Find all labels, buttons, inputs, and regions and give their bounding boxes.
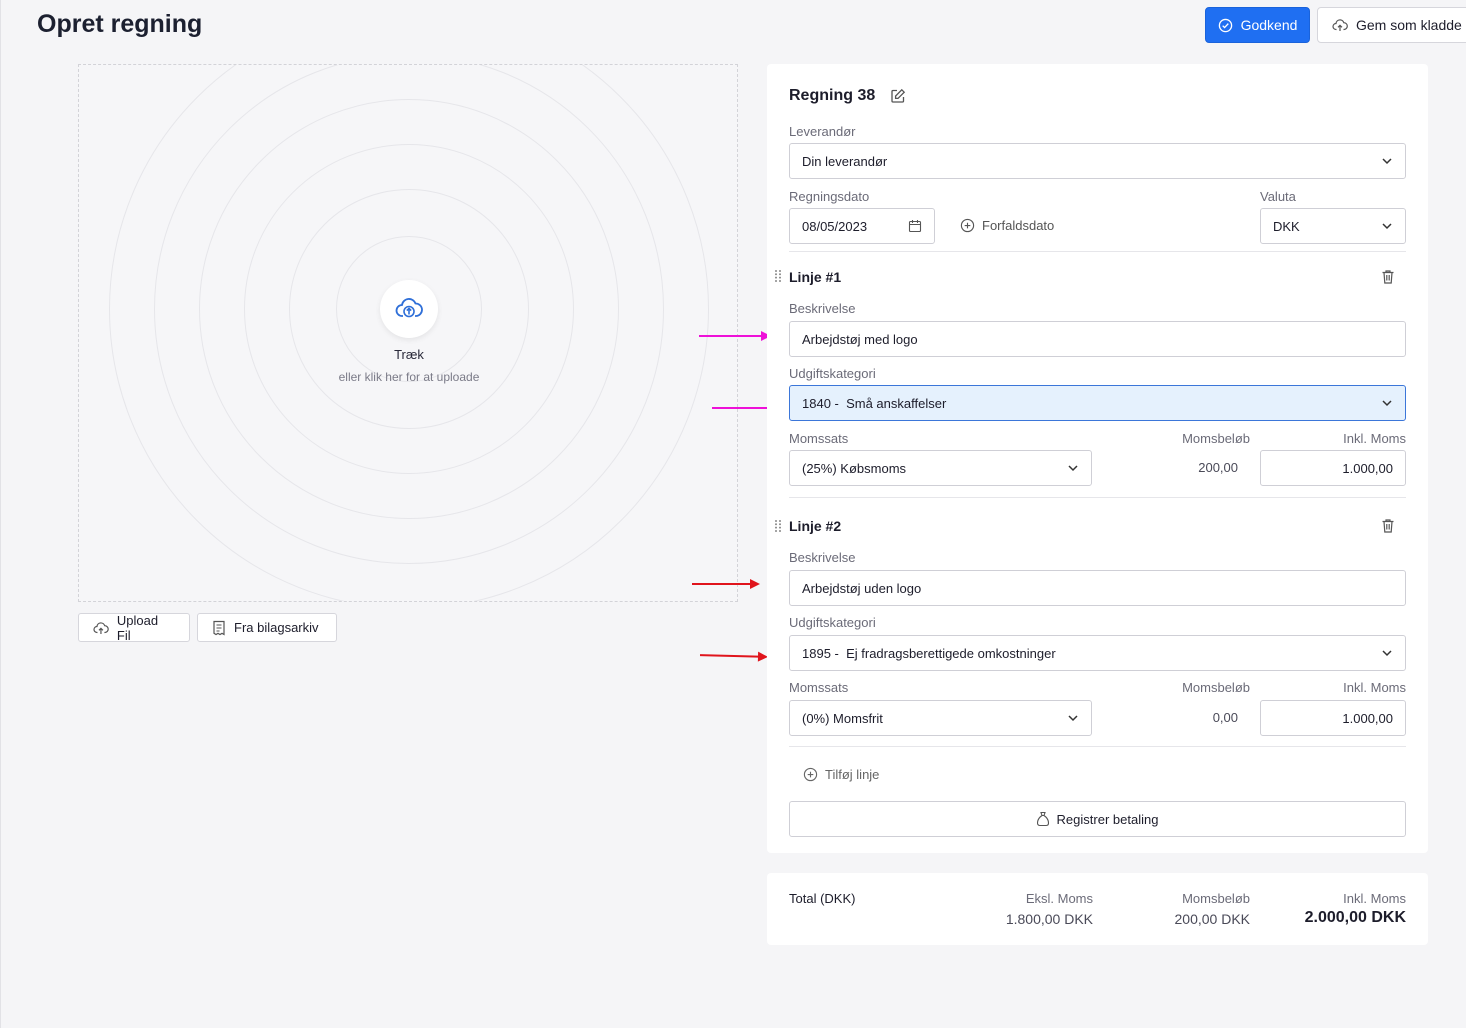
totals-vat-label: Momsbeløb [1182,891,1250,906]
totals-label: Total (DKK) [789,891,856,906]
bill-date-input[interactable]: 08/05/2023 [789,208,935,244]
annotation-arrow [699,331,771,341]
dropzone-subtitle: eller klik her for at uploade [338,370,480,384]
trash-icon[interactable] [1381,269,1395,285]
due-date-label: Forfaldsdato [982,218,1055,233]
page-left-border [0,0,1,1028]
line-1-description-input[interactable]: Arbejdstøj med logo [789,321,1406,357]
line-1-vat-rate-label: Momssats [789,431,849,446]
upload-file-label: Upload Fil [116,612,159,643]
register-payment-button[interactable]: Registrer betaling [789,801,1406,837]
chevron-down-icon [1068,715,1078,722]
line-1-vat-amount-value: 200,00 [1198,460,1238,475]
line-1-incl-vat-label: Inkl. Moms [1343,431,1406,446]
upload-file-button[interactable]: Upload Fil [78,612,190,643]
currency-select[interactable]: DKK [1260,208,1406,244]
from-archive-label: Fra bilagsarkiv [234,620,319,635]
drag-handle-icon[interactable] [774,519,782,533]
chevron-down-icon [1382,650,1392,657]
supplier-select[interactable]: Din leverandør [789,143,1406,179]
line-2-vat-amount-value: 0,00 [1212,710,1238,725]
trash-icon[interactable] [1381,518,1395,534]
bill-date-label: Regningsdato [789,189,870,204]
divider [789,497,1406,498]
line-2-vat-amount-label: Momsbeløb [1182,680,1250,695]
line-2-category-label: Udgiftskategori [789,615,876,630]
chevron-down-icon [1382,158,1392,165]
receipt-icon [213,620,225,636]
add-line-label: Tilføj linje [825,767,880,782]
approve-label: Godkend [1240,17,1298,33]
calendar-icon [908,220,922,233]
divider [789,746,1406,747]
plus-circle-icon [960,218,975,233]
edit-icon[interactable] [890,88,906,104]
totals-card: Total (DKK) Eksl. Moms 1.800,00 DKK Moms… [767,873,1428,945]
annotation-arrow [699,654,767,658]
line-2-incl-vat-input[interactable]: 1.000,00 [1260,700,1406,736]
line-1-category-select[interactable]: 1840 - Små anskaffelser [789,385,1406,421]
chevron-down-icon [1068,465,1078,472]
line-2-category-value: 1895 - Ej fradragsberettigede omkostning… [802,645,1056,661]
line-1-vat-rate-value: (25%) Købsmoms [802,460,907,476]
cloud-upload-icon [395,298,423,318]
due-date-button[interactable]: Forfaldsdato [960,218,1054,233]
line-1-vat-amount-label: Momsbeløb [1182,431,1250,446]
page-title: Opret regning [37,10,203,38]
supplier-label: Leverandør [789,124,856,139]
save-draft-button[interactable]: Gem som kladde [1317,7,1466,43]
line-2-title: Linje #2 [789,518,842,534]
line-1-description-label: Beskrivelse [789,301,856,316]
check-circle-icon [1218,18,1232,32]
line-1-vat-rate-select[interactable]: (25%) Købsmoms [789,450,1092,486]
totals-excl-vat-value: 1.800,00 DKK [1005,911,1093,927]
register-payment-label: Registrer betaling [1056,811,1159,827]
plus-circle-icon [803,767,818,782]
line-1-title: Linje #1 [789,269,842,285]
dropzone-title: Træk [394,347,424,362]
file-dropzone[interactable]: Træk eller klik her for at uploade [78,64,738,602]
line-1-incl-vat-value: 1.000,00 [1342,460,1393,476]
drag-handle-icon[interactable] [774,269,782,283]
totals-incl-vat-value: 2.000,00 DKK [1304,909,1406,926]
totals-excl-vat-label: Eksl. Moms [1025,891,1093,906]
line-2-vat-rate-value: (0%) Momsfrit [802,710,883,726]
divider [789,251,1406,252]
cloud-upload-icon [1332,19,1348,31]
line-2-description-label: Beskrivelse [789,550,856,565]
bill-title: Regning 38 [789,87,876,104]
approve-button[interactable]: Godkend [1205,7,1310,43]
save-draft-label: Gem som kladde [1356,17,1462,33]
line-1-category-value: 1840 - Små anskaffelser [802,395,947,411]
money-bag-icon [1036,811,1049,827]
line-2-category-select[interactable]: 1895 - Ej fradragsberettigede omkostning… [789,635,1406,671]
totals-incl-vat-label: Inkl. Moms [1343,891,1406,906]
cloud-upload-icon [93,621,109,634]
annotation-arrow [692,579,760,589]
line-2-incl-vat-value: 1.000,00 [1342,710,1393,726]
upload-circle[interactable] [380,280,438,338]
line-1-description-value: Arbejdstøj med logo [802,331,918,347]
chevron-down-icon [1382,223,1392,230]
line-2-vat-rate-select[interactable]: (0%) Momsfrit [789,700,1092,736]
line-2-description-input[interactable]: Arbejdstøj uden logo [789,570,1406,606]
bill-date-value: 08/05/2023 [802,218,868,234]
currency-value: DKK [1273,218,1300,234]
line-2-description-value: Arbejdstøj uden logo [802,580,922,596]
add-line-button[interactable]: Tilføj linje [803,767,879,782]
line-1-incl-vat-input[interactable]: 1.000,00 [1260,450,1406,486]
chevron-down-icon [1382,400,1392,407]
currency-label: Valuta [1260,189,1296,204]
line-2-incl-vat-label: Inkl. Moms [1343,680,1406,695]
totals-vat-value: 200,00 DKK [1174,911,1251,927]
bill-card: Regning 38 Leverandør Din leverandør Reg… [767,64,1428,853]
supplier-value: Din leverandør [802,153,888,169]
line-2-vat-rate-label: Momssats [789,680,849,695]
line-1-category-label: Udgiftskategori [789,366,876,381]
from-archive-button[interactable]: Fra bilagsarkiv [197,613,337,642]
